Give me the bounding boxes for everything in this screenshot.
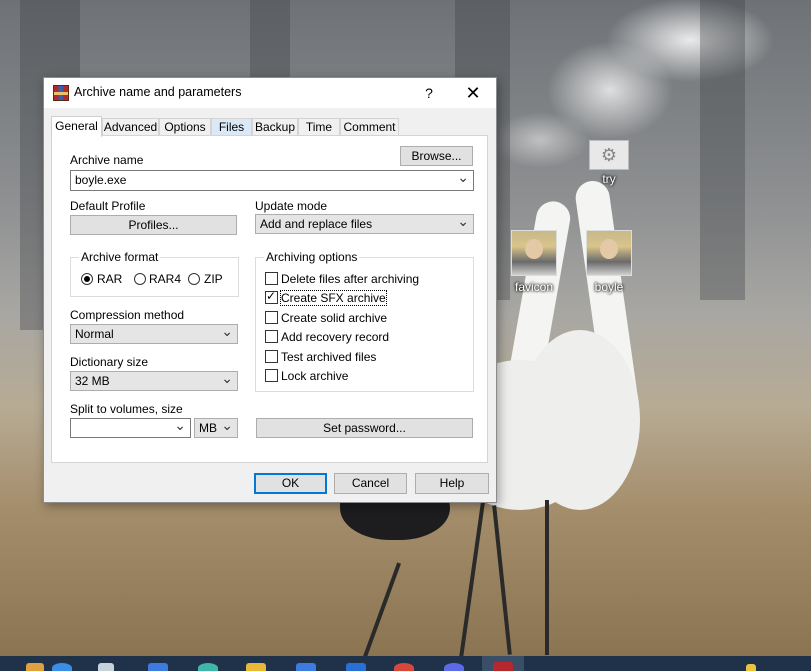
- create-solid-checkbox[interactable]: [265, 311, 278, 324]
- dictionary-size-label: Dictionary size: [70, 355, 149, 369]
- create-sfx-label[interactable]: Create SFX archive: [280, 290, 387, 306]
- background-tree: [700, 0, 745, 300]
- archiving-options-group: Archiving options Delete files after arc…: [255, 250, 474, 392]
- test-files-label[interactable]: Test archived files: [281, 350, 376, 364]
- default-profile-label: Default Profile: [70, 199, 146, 213]
- mail-icon[interactable]: [346, 663, 366, 671]
- dictionary-size-select[interactable]: 32 MB: [70, 371, 238, 391]
- settings-gear-icon: ⚙: [589, 140, 629, 170]
- update-mode-label: Update mode: [255, 199, 328, 213]
- zip-radio[interactable]: [188, 273, 200, 285]
- chevron-down-icon[interactable]: [174, 419, 186, 440]
- tab-comment[interactable]: Comment: [340, 118, 399, 135]
- compression-method-select[interactable]: Normal: [70, 324, 238, 344]
- archive-name-value: boyle.exe: [75, 173, 127, 187]
- archive-format-title: Archive format: [79, 250, 161, 264]
- zip-label[interactable]: ZIP: [204, 272, 223, 286]
- winrar-app-icon: [53, 85, 69, 101]
- archiving-options-title: Archiving options: [264, 250, 360, 264]
- tab-options[interactable]: Options: [159, 118, 211, 135]
- dictionary-size-value: 32 MB: [75, 374, 110, 388]
- browse-button[interactable]: Browse...: [400, 146, 473, 166]
- test-files-checkbox[interactable]: [265, 350, 278, 363]
- browser-icon[interactable]: [198, 663, 218, 671]
- rar4-radio[interactable]: [134, 273, 146, 285]
- delete-files-checkbox[interactable]: [265, 272, 278, 285]
- archive-format-group: Archive format RAR RAR4 ZIP: [70, 250, 239, 297]
- crane-leg: [545, 500, 549, 655]
- recovery-record-label[interactable]: Add recovery record: [281, 330, 389, 344]
- file-explorer-icon[interactable]: [246, 663, 266, 671]
- chrome-icon[interactable]: [394, 663, 414, 671]
- desktop-icon-label: favicon: [514, 280, 554, 294]
- desktop-icon-label: boyle: [594, 280, 624, 294]
- desktop-icon-boyle[interactable]: boyle: [574, 230, 644, 294]
- dialog-titlebar[interactable]: Archive name and parameters ? ✕: [44, 78, 496, 108]
- chat-app-icon[interactable]: [444, 663, 464, 671]
- split-unit-value: MB: [199, 421, 217, 435]
- archive-name-label: Archive name: [70, 153, 144, 167]
- close-icon: ✕: [465, 83, 481, 103]
- tab-general[interactable]: General: [51, 116, 102, 137]
- desktop-icon-label: try: [602, 172, 616, 186]
- chevron-down-icon: [221, 372, 233, 393]
- image-thumbnail-icon: [511, 230, 557, 276]
- split-volumes-combobox[interactable]: [70, 418, 191, 438]
- update-mode-value: Add and replace files: [260, 217, 373, 231]
- tab-time[interactable]: Time: [298, 118, 340, 135]
- create-sfx-checkbox[interactable]: [265, 289, 278, 304]
- archive-parameters-dialog: Archive name and parameters ? ✕ General …: [43, 77, 497, 503]
- desktop-icon-favicon[interactable]: favicon: [499, 230, 569, 294]
- tab-backup[interactable]: Backup: [252, 118, 298, 135]
- dialog-title: Archive name and parameters: [74, 85, 242, 99]
- create-solid-label[interactable]: Create solid archive: [281, 311, 387, 325]
- store-icon[interactable]: [296, 663, 316, 671]
- compression-method-value: Normal: [75, 327, 114, 341]
- chevron-down-icon: [457, 215, 469, 236]
- close-button[interactable]: ✕: [458, 82, 488, 104]
- edge-browser-icon[interactable]: [148, 663, 168, 671]
- image-thumbnail-icon: [586, 230, 632, 276]
- help-button[interactable]: Help: [415, 473, 489, 494]
- rar-label[interactable]: RAR: [97, 272, 122, 286]
- chevron-down-icon: [221, 325, 233, 346]
- crane-leg: [363, 562, 401, 656]
- recovery-record-checkbox[interactable]: [265, 330, 278, 343]
- compression-method-label: Compression method: [70, 308, 185, 322]
- ok-button[interactable]: OK: [254, 473, 327, 494]
- set-password-button[interactable]: Set password...: [256, 418, 473, 438]
- assistant-app-icon[interactable]: [52, 663, 72, 671]
- archive-name-combobox[interactable]: boyle.exe: [70, 170, 474, 191]
- lock-archive-label[interactable]: Lock archive: [281, 369, 348, 383]
- update-mode-select[interactable]: Add and replace files: [255, 214, 474, 234]
- split-unit-select[interactable]: MB: [194, 418, 238, 438]
- rar-radio[interactable]: [81, 273, 93, 285]
- tab-files[interactable]: Files: [211, 118, 252, 135]
- profiles-button[interactable]: Profiles...: [70, 215, 237, 235]
- cancel-button[interactable]: Cancel: [334, 473, 407, 494]
- title-help-button[interactable]: ?: [416, 82, 442, 104]
- split-volumes-label: Split to volumes, size: [70, 402, 183, 416]
- crane-leg: [492, 505, 512, 655]
- desktop-icon-try[interactable]: ⚙ try: [574, 140, 644, 186]
- crane-body: [520, 330, 640, 510]
- lock-archive-checkbox[interactable]: [265, 369, 278, 382]
- delete-files-label[interactable]: Delete files after archiving: [281, 272, 419, 286]
- tab-advanced[interactable]: Advanced: [102, 118, 159, 135]
- crane-leg: [458, 500, 486, 656]
- rar4-label[interactable]: RAR4: [149, 272, 181, 286]
- taskbar: [0, 656, 811, 671]
- chevron-down-icon[interactable]: [457, 171, 469, 192]
- task-view-icon[interactable]: [98, 663, 114, 671]
- winrar-icon: [493, 662, 513, 671]
- paint-app-icon[interactable]: [26, 663, 44, 671]
- chevron-down-icon: [221, 419, 233, 440]
- general-tab-panel: Archive name Browse... boyle.exe Default…: [51, 135, 488, 463]
- notification-warning-icon[interactable]: [746, 664, 756, 671]
